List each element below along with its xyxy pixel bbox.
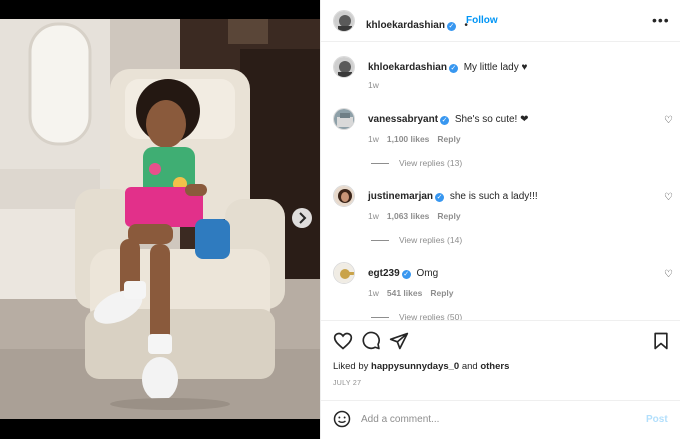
avatar[interactable]: [333, 10, 355, 32]
post-header: khloekardashian ✓ • Follow •••: [321, 0, 680, 42]
verified-icon: ✓: [448, 64, 458, 73]
avatar[interactable]: [333, 262, 355, 284]
paper-plane-icon: [389, 332, 409, 350]
liked-by-line: Liked by happysunnydays_0 and others: [333, 361, 509, 372]
view-replies-button[interactable]: View replies (13): [371, 158, 462, 168]
liked-by-mid: and: [461, 361, 478, 372]
reply-button[interactable]: Reply: [437, 134, 460, 144]
liked-by-prefix: Liked by: [333, 361, 369, 372]
avatar[interactable]: [333, 56, 355, 78]
verified-icon: ✓: [440, 116, 450, 125]
comment-text: Omg: [416, 268, 439, 279]
comment-text-line: vanessabryant ✓ She's so cute! ❤: [368, 114, 529, 125]
comment-time: 1w: [368, 134, 379, 144]
avatar-image: [334, 109, 354, 129]
comment-time: 1w: [368, 211, 379, 221]
smiley-icon: [333, 410, 351, 428]
liked-by-others[interactable]: others: [480, 361, 509, 372]
view-replies-button[interactable]: View replies (50): [371, 312, 462, 320]
comment-username[interactable]: egt239: [368, 268, 400, 279]
like-comment-heart-icon[interactable]: ♡: [664, 269, 673, 280]
caption-username[interactable]: khloekardashian: [368, 62, 447, 73]
view-replies-label: View replies (14): [399, 235, 463, 245]
view-replies-button[interactable]: View replies (14): [371, 235, 462, 245]
post-actions-bar: [321, 320, 680, 362]
reply-button[interactable]: Reply: [430, 288, 453, 298]
view-replies-line: [371, 317, 389, 319]
comment-likes[interactable]: 541 likes: [387, 288, 422, 298]
header-username-wrap: khloekardashian ✓ •: [366, 15, 472, 33]
view-replies-label: View replies (13): [399, 158, 463, 168]
share-button[interactable]: [389, 331, 409, 351]
caption-time: 1w: [368, 80, 379, 90]
emoji-button[interactable]: [333, 410, 351, 428]
comment-likes[interactable]: 1,063 likes: [387, 211, 430, 221]
view-replies-line: [371, 163, 389, 165]
avatar[interactable]: [333, 108, 355, 130]
like-button[interactable]: [333, 331, 353, 351]
next-photo-button[interactable]: [292, 208, 312, 228]
comment-text: She's so cute! ❤: [454, 114, 529, 125]
comment-meta: 1w 1,063 likes Reply: [368, 211, 461, 221]
post-photo[interactable]: [0, 19, 320, 419]
like-comment-heart-icon[interactable]: ♡: [664, 115, 673, 126]
add-comment-bar: Post: [321, 400, 680, 439]
caption-text: My little lady ♥: [463, 62, 528, 73]
more-options-icon[interactable]: •••: [652, 12, 670, 28]
like-comment-heart-icon[interactable]: ♡: [664, 192, 673, 203]
reply-button[interactable]: Reply: [437, 211, 460, 221]
avatar-image: [334, 57, 354, 77]
heart-icon: [333, 332, 353, 350]
comment-username[interactable]: vanessabryant: [368, 114, 438, 125]
avatar-image: [334, 263, 354, 283]
post-details-panel: khloekardashian ✓ • Follow ••• khloekarda…: [320, 0, 680, 439]
follow-button[interactable]: Follow: [466, 15, 498, 26]
photo-illustration: [0, 19, 320, 419]
header-username[interactable]: khloekardashian: [366, 20, 445, 31]
view-replies-line: [371, 240, 389, 242]
post-comment-button[interactable]: Post: [646, 414, 668, 425]
post-modal: khloekardashian ✓ • Follow ••• khloekarda…: [0, 0, 680, 439]
comment-likes[interactable]: 1,100 likes: [387, 134, 430, 144]
comment-meta: 1w 541 likes Reply: [368, 288, 453, 298]
view-replies-label: View replies (50): [399, 312, 463, 320]
verified-icon: ✓: [435, 193, 445, 202]
save-button[interactable]: [651, 331, 671, 351]
liked-by-user[interactable]: happysunnydays_0: [371, 361, 459, 372]
caption-text-line: khloekardashian ✓ My little lady ♥: [368, 62, 527, 73]
avatar[interactable]: [333, 185, 355, 207]
verified-icon: ✓: [401, 270, 411, 279]
comments-list[interactable]: khloekardashian ✓ My little lady ♥ 1w van…: [321, 42, 680, 320]
comment-button[interactable]: [361, 331, 381, 351]
verified-icon: ✓: [446, 22, 456, 31]
comment-text-line: justinemarjan ✓ she is such a lady!!!: [368, 191, 538, 202]
comment-meta: 1w 1,100 likes Reply: [368, 134, 461, 144]
comment-text: she is such a lady!!!: [449, 191, 538, 202]
post-date[interactable]: JULY 27: [333, 380, 361, 387]
comment-input[interactable]: [361, 409, 631, 429]
comment-text-line: egt239 ✓ Omg: [368, 268, 438, 279]
bookmark-icon: [654, 332, 668, 350]
comment-username[interactable]: justinemarjan: [368, 191, 433, 202]
chevron-right-icon: [299, 212, 307, 224]
avatar-image: [334, 11, 354, 31]
avatar-image: [334, 186, 354, 206]
comment-bubble-icon: [362, 331, 380, 350]
comment-time: 1w: [368, 288, 379, 298]
